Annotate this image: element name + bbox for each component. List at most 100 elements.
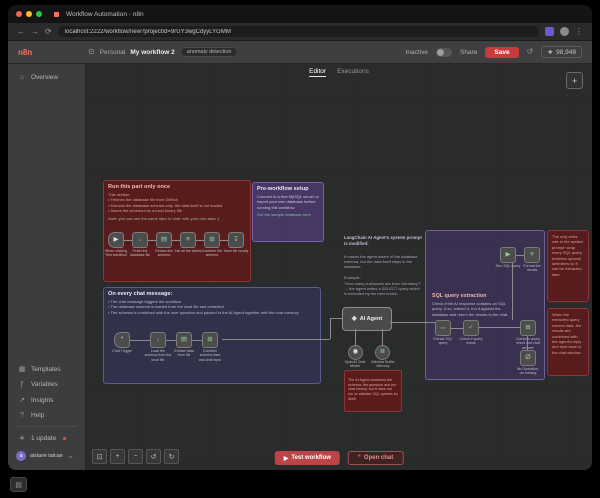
sticky-note-line: Note: you can use the same idea to 'chat… <box>108 216 246 221</box>
connection-wire <box>166 340 176 341</box>
close-window-button[interactable] <box>16 11 22 17</box>
node-label: Save file locally <box>223 249 250 253</box>
star-count: 98,949 <box>556 49 576 56</box>
open-chat-button[interactable]: “ Open chat <box>348 451 403 465</box>
node-extract-from-file[interactable]: ▤ <box>176 332 192 348</box>
node-label: Format the results <box>519 264 546 273</box>
house-icon: ⌂ <box>18 74 26 81</box>
node-chat-trigger[interactable]: “ <box>114 332 130 348</box>
node-combine-input[interactable]: ⊞ <box>202 332 218 348</box>
app-header: n8n ⊙ Personal My workflow 2 anomaly det… <box>8 41 592 64</box>
github-stars-badge[interactable]: ★ 98,949 <box>541 46 582 58</box>
taskbar-icon[interactable]: ▤ <box>10 477 27 492</box>
node-run-sql-query[interactable]: ▶ <box>500 247 516 263</box>
save-button[interactable]: Save <box>485 47 518 58</box>
node-list-tables[interactable]: ≡ <box>180 232 196 248</box>
sticky-body: • The chat message triggers the workflow… <box>108 299 316 315</box>
list-icon: ≡ <box>186 237 190 244</box>
tab-favicon <box>54 12 59 17</box>
node-manual-trigger[interactable]: ▶ <box>108 232 124 248</box>
sticky-title: Pre-workflow setup <box>257 186 319 192</box>
updates-icon: ∗ <box>18 434 26 442</box>
workflow-name[interactable]: My workflow 2 <box>130 49 174 56</box>
play-icon: ▶ <box>284 455 289 462</box>
history-icon[interactable]: ↺ <box>527 48 534 56</box>
update-badge-dot <box>63 437 66 440</box>
node-extract-schema[interactable]: ▤ <box>156 232 172 248</box>
node-no-operation[interactable]: ∅ <box>520 350 536 366</box>
zoom-out-button[interactable]: − <box>128 449 143 464</box>
maximize-window-button[interactable] <box>36 11 42 17</box>
workflow-canvas[interactable]: Editor Executions + Run this part only o… <box>86 64 592 470</box>
add-node-button[interactable]: + <box>566 72 583 89</box>
node-label: Fetch the database file <box>127 249 154 258</box>
extension-icon[interactable] <box>545 27 554 36</box>
help-icon: ? <box>18 412 26 419</box>
overview-label: Overview <box>31 74 58 81</box>
node-label: Load the schema from the local file <box>145 349 172 362</box>
sql-sticky-title: SQL query extraction <box>432 293 486 299</box>
refresh-icon[interactable]: ⟳ <box>45 28 52 36</box>
browser-profile-avatar[interactable] <box>560 27 569 36</box>
sidebar-item-help[interactable]: ? Help <box>8 408 85 423</box>
workflow-tag[interactable]: anomaly detection <box>180 47 239 57</box>
browser-tab-title[interactable]: Workflow Automation - n8n <box>66 11 144 18</box>
sql-top-node-row: ▶Run SQL query ≡Format the results <box>500 247 540 263</box>
undo-button[interactable]: ↺ <box>146 449 161 464</box>
node-extract-sql-query[interactable]: </> <box>435 320 451 336</box>
node-openai-chat-model[interactable]: ◉ <box>348 345 363 360</box>
node-check-query-exists[interactable]: ✓ <box>463 320 479 336</box>
header-actions: Inactive Share Save ↺ ★ 98,949 <box>406 46 582 58</box>
node-combine-query-result[interactable]: ⊞ <box>520 320 536 336</box>
browser-menu-icon[interactable]: ⋮ <box>575 28 583 36</box>
tab-editor[interactable]: Editor <box>309 68 326 77</box>
sidebar-item-overview[interactable]: ⌂ Overview <box>8 70 85 85</box>
node-fetch-database[interactable]: ↓ <box>132 232 148 248</box>
forward-icon[interactable]: → <box>31 28 39 36</box>
sticky-link[interactable]: Get the sample database here <box>257 212 319 217</box>
canvas-controls: ⊡ + − ↺ ↻ <box>92 449 179 464</box>
address-input[interactable]: localhost:2222/workflow/new?projectId=9r… <box>58 26 539 37</box>
breadcrumb-project[interactable]: Personal <box>100 49 126 56</box>
toggle-knob <box>437 49 444 56</box>
sidebar-item-variables[interactable]: ƒ Variables <box>8 377 85 392</box>
sidebar-item-insights[interactable]: ↗ Insights <box>8 392 85 408</box>
node-load-schema[interactable]: ↓ <box>150 332 166 348</box>
n8n-logo[interactable]: n8n <box>18 48 80 57</box>
node-save-file[interactable]: ↧ <box>228 232 244 248</box>
breadcrumb: ⊙ Personal My workflow 2 anomaly detecti… <box>88 47 238 57</box>
sticky-run-once[interactable]: Run this part only once This section: • … <box>103 180 251 282</box>
check-icon: ✓ <box>468 325 473 332</box>
insights-icon: ↗ <box>18 396 26 404</box>
run-once-node-row: ▶When clicking 'Test workflow' ↓Fetch th… <box>108 232 244 248</box>
fit-view-button[interactable]: ⊡ <box>92 449 107 464</box>
sticky-pre-setup[interactable]: Pre-workflow setup Connect to a free MyS… <box>252 182 324 242</box>
sticky-prompt-note[interactable]: The only extra rule in the system prompt… <box>547 230 589 302</box>
connection-wire <box>124 240 132 241</box>
tab-executions[interactable]: Executions <box>337 68 369 77</box>
node-ai-agent[interactable]: ◈ AI Agent <box>342 307 392 331</box>
sticky-results-note[interactable]: When the extracted query returns data, t… <box>547 308 589 376</box>
node-format-results[interactable]: ≡ <box>524 247 540 263</box>
sticky-agent-warning[interactable]: The AI Agent combines the schema, the qu… <box>344 370 402 412</box>
zoom-in-button[interactable]: + <box>110 449 125 464</box>
sidebar-item-updates[interactable]: ∗ 1 update <box>8 430 85 446</box>
minimize-window-button[interactable] <box>26 11 32 17</box>
user-menu[interactable]: a aislane tatcae ⌄ <box>8 446 85 466</box>
node-window-buffer-memory[interactable]: ≣ <box>375 345 390 360</box>
back-icon[interactable]: ← <box>17 28 25 36</box>
help-label: Help <box>31 412 44 419</box>
node-combine-schema[interactable]: ⊞ <box>204 232 220 248</box>
sticky-langchain-note[interactable]: LangChain AI Agent's system prompt is mo… <box>344 230 422 297</box>
test-workflow-button[interactable]: ▶ Test workflow <box>275 451 340 465</box>
redo-button[interactable]: ↻ <box>164 449 179 464</box>
connection-wire <box>220 240 228 241</box>
open-chat-label: Open chat <box>364 455 393 461</box>
connection-wire <box>382 329 383 346</box>
connection-wire <box>451 328 463 329</box>
star-icon: ★ <box>547 48 553 56</box>
share-button[interactable]: Share <box>460 49 477 56</box>
active-toggle[interactable] <box>436 48 452 57</box>
sidebar-item-templates[interactable]: ▦ Templates <box>8 361 85 377</box>
node-label: Run SQL query <box>495 264 522 268</box>
